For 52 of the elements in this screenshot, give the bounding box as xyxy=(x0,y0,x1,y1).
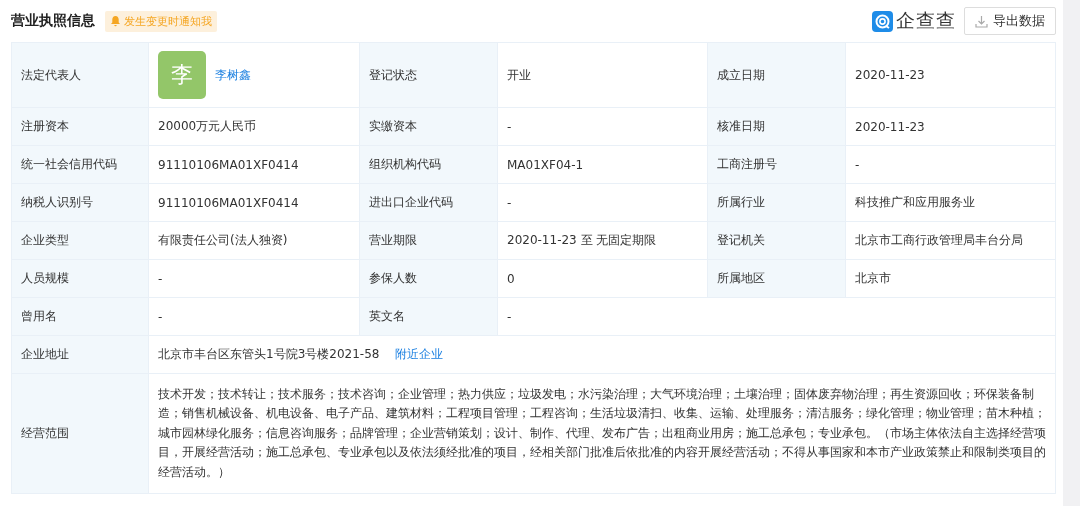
field-value: 91110106MA01XF0414 xyxy=(158,195,299,210)
bell-icon xyxy=(110,15,121,27)
field-value: 科技推广和应用服务业 xyxy=(855,194,975,211)
field-label: 经营范围 xyxy=(21,425,69,442)
field-value: - xyxy=(158,309,163,324)
field-value: - xyxy=(158,271,163,286)
field-label: 核准日期 xyxy=(717,118,765,135)
field-value: 2020-11-23 xyxy=(855,119,925,134)
field-label: 参保人数 xyxy=(369,270,417,287)
field-value: - xyxy=(855,157,860,172)
field-label: 成立日期 xyxy=(717,66,765,84)
field-label: 登记机关 xyxy=(717,232,765,249)
field-value: 91110106MA01XF0414 xyxy=(158,157,299,172)
field-label: 登记状态 xyxy=(369,66,417,84)
field-label: 所属地区 xyxy=(717,270,765,287)
field-value: 北京市 xyxy=(855,270,891,287)
export-button[interactable]: 导出数据 xyxy=(964,7,1056,35)
field-label: 组织机构代码 xyxy=(369,156,441,173)
field-label: 纳税人识别号 xyxy=(21,194,93,211)
brand-name: 企查查 xyxy=(896,8,956,33)
section-title: 营业执照信息 xyxy=(11,12,95,30)
field-label: 人员规模 xyxy=(21,270,69,287)
field-label: 统一社会信用代码 xyxy=(21,156,117,173)
field-value: 北京市丰台区东管头1号院3号楼2021-58 xyxy=(158,346,380,363)
nearby-link[interactable]: 附近企业 xyxy=(395,346,444,363)
field-value: 开业 xyxy=(507,66,531,84)
field-label: 企业类型 xyxy=(21,232,69,249)
field-value: - xyxy=(507,119,512,134)
avatar: 李 xyxy=(158,51,206,99)
field-value: MA01XF04-1 xyxy=(507,157,584,172)
field-label: 营业期限 xyxy=(369,232,417,249)
field-value: 0 xyxy=(507,271,515,286)
field-value: 技术开发；技术转让；技术服务；技术咨询；企业管理；热力供应；垃圾发电；水污染治理；大气环境治理；土壤治理；固体废弃物治理；再生资源回收；环保装备制造；销售机械设备、机电设备、电子产品、建筑材料；工程项目管理；工程咨询；生活垃圾清扫、收集、运输、处理服务；清洁服务；绿化管理；物业管理；苗木种植；城市园林绿化服务；信息咨询服务；品牌管理；企业营销策划；设计、制作、代理、发布广告；出租商业用房；施工总承包；专业承包。（市场主体依法自主选择经营项目，开展经营活动；施工总承包、专业承包以及依法须经批准的项目，经相关部门批准后依批准的内容开展经营活动；不得从事国家和本市产业政策禁止和限制类项目的经营活动。） xyxy=(158,385,1046,481)
field-label: 企业地址 xyxy=(21,346,69,363)
field-label: 英文名 xyxy=(369,308,405,325)
field-label: 工商注册号 xyxy=(717,156,777,173)
field-value: - xyxy=(507,195,512,210)
logo-icon xyxy=(872,10,893,32)
download-icon xyxy=(975,14,988,28)
field-label: 法定代表人 xyxy=(21,66,81,84)
field-label: 进出口企业代码 xyxy=(369,194,453,211)
field-value: - xyxy=(507,309,512,324)
field-value: 2020-11-23 xyxy=(855,68,925,82)
field-value: 北京市工商行政管理局丰台分局 xyxy=(855,232,1023,249)
field-label: 曾用名 xyxy=(21,308,57,325)
field-value: 有限责任公司(法人独资) xyxy=(158,232,288,249)
field-label: 实缴资本 xyxy=(369,118,417,135)
field-value: 20000万元人民币 xyxy=(158,118,257,135)
field-label: 注册资本 xyxy=(21,118,69,135)
person-link[interactable]: 李树鑫 xyxy=(215,66,251,84)
field-value: 2020-11-23 至 无固定期限 xyxy=(507,232,657,249)
field-label: 所属行业 xyxy=(717,194,765,211)
